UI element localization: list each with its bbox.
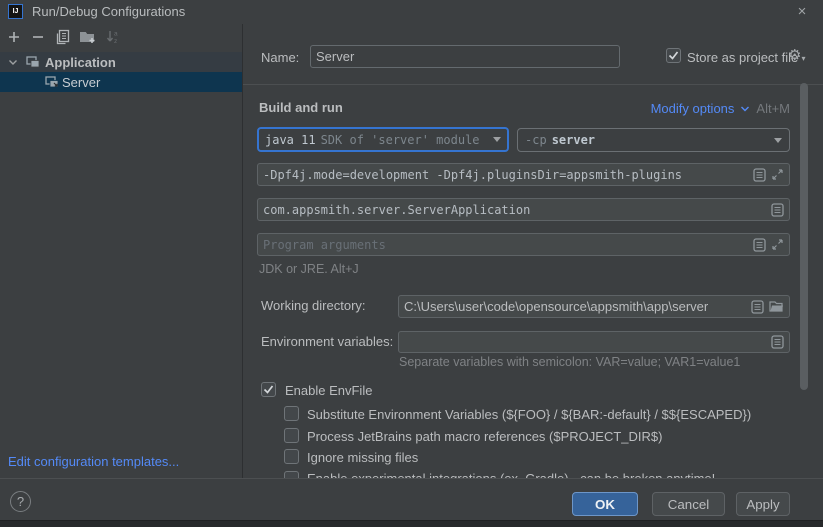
main-class-field[interactable]: [257, 198, 790, 221]
environment-variables-label: Environment variables:: [261, 334, 393, 349]
experimental-integrations-checkbox[interactable]: [284, 471, 299, 478]
vm-options-input[interactable]: [263, 168, 748, 182]
chevron-down-icon[interactable]: [7, 56, 19, 68]
expand-field-icon[interactable]: [771, 168, 784, 181]
chevron-down-icon: [493, 137, 501, 142]
application-type-icon: [25, 54, 41, 70]
window-title: Run/Debug Configurations: [32, 0, 185, 24]
program-arguments-input[interactable]: [263, 238, 748, 252]
svg-text:z: z: [114, 38, 117, 45]
help-button[interactable]: ?: [10, 491, 31, 512]
vertical-scrollbar[interactable]: [800, 83, 808, 390]
name-field[interactable]: [310, 45, 620, 68]
apply-button[interactable]: Apply: [736, 492, 790, 516]
program-arguments-field[interactable]: [257, 233, 790, 256]
name-input[interactable]: [316, 49, 614, 64]
working-directory-field[interactable]: [398, 295, 790, 318]
environment-variables-field[interactable]: [398, 331, 790, 353]
process-path-macros-checkbox[interactable]: [284, 428, 299, 443]
modify-options-shortcut: Alt+M: [756, 101, 790, 116]
classpath-combo-value: server: [552, 133, 595, 147]
modify-options-link[interactable]: Modify options: [651, 101, 735, 116]
intellij-logo-icon: IJ: [8, 4, 23, 19]
checkmark-icon: [263, 384, 274, 395]
new-folder-button[interactable]: [79, 29, 95, 45]
macros-list-icon[interactable]: [753, 238, 766, 252]
macros-list-icon[interactable]: [771, 203, 784, 217]
run-debug-configurations-dialog: IJ Run/Debug Configurations × a z: [0, 0, 823, 527]
chevron-down-icon: [774, 138, 782, 143]
remove-configuration-button[interactable]: [30, 29, 46, 45]
vm-options-field[interactable]: [257, 163, 790, 186]
working-directory-input[interactable]: [404, 299, 746, 314]
macros-list-icon[interactable]: [751, 300, 764, 314]
enable-envfile-checkbox[interactable]: [261, 382, 276, 397]
macros-list-icon[interactable]: [753, 168, 766, 182]
run-configuration-icon: [44, 74, 60, 90]
edit-configuration-templates-link[interactable]: Edit configuration templates...: [8, 454, 179, 469]
macros-list-icon[interactable]: [771, 335, 784, 349]
name-label: Name:: [261, 50, 299, 65]
store-as-project-file-label[interactable]: Store as project file: [687, 50, 798, 65]
environment-variables-input[interactable]: [404, 335, 766, 350]
expand-field-icon[interactable]: [771, 238, 784, 251]
substitute-env-vars-label[interactable]: Substitute Environment Variables (${FOO}…: [307, 407, 751, 422]
working-directory-label: Working directory:: [261, 298, 366, 313]
sort-configurations-icon: a z: [105, 29, 121, 45]
enable-envfile-label[interactable]: Enable EnvFile: [285, 383, 372, 398]
tree-item-server[interactable]: Server: [0, 72, 242, 92]
build-and-run-title: Build and run: [259, 100, 343, 115]
main-class-input[interactable]: [263, 203, 766, 217]
section-separator: [243, 84, 823, 85]
copy-configuration-button[interactable]: [55, 29, 71, 45]
process-path-macros-label[interactable]: Process JetBrains path macro references …: [307, 429, 662, 444]
jdk-hint: JDK or JRE. Alt+J: [259, 262, 359, 276]
checkmark-icon: [668, 50, 679, 61]
screen-edge-strip: [0, 520, 823, 527]
chevron-down-icon[interactable]: [740, 104, 750, 114]
environment-variables-hint: Separate variables with semicolon: VAR=v…: [399, 355, 740, 369]
tree-group-application[interactable]: Application: [0, 52, 242, 72]
classpath-combo[interactable]: -cp server: [517, 128, 790, 152]
title-bar: IJ Run/Debug Configurations ×: [0, 0, 823, 24]
ignore-missing-files-checkbox[interactable]: [284, 449, 299, 464]
jdk-combo-suffix: SDK of 'server' module: [321, 133, 480, 147]
jdk-combo-value: java 11: [265, 133, 316, 147]
footer-separator: [0, 478, 823, 479]
svg-text:a: a: [114, 31, 118, 38]
experimental-integrations-label[interactable]: Enable experimental integrations (ex. Gr…: [307, 471, 715, 478]
tree-item-label: Server: [62, 75, 100, 90]
panel-divider: [242, 24, 243, 478]
settings-gear-icon[interactable]: ⚙▾: [788, 48, 805, 63]
cancel-button[interactable]: Cancel: [652, 492, 725, 516]
classpath-combo-prefix: -cp: [525, 133, 547, 147]
ok-button[interactable]: OK: [572, 492, 638, 516]
add-configuration-button[interactable]: [6, 29, 22, 45]
experimental-integrations-row[interactable]: Enable experimental integrations (ex. Gr…: [284, 471, 790, 478]
jdk-combo[interactable]: java 11 SDK of 'server' module: [257, 127, 509, 152]
store-as-project-file-checkbox[interactable]: [666, 48, 681, 63]
substitute-env-vars-checkbox[interactable]: [284, 406, 299, 421]
tree-group-label: Application: [45, 55, 116, 70]
browse-folder-icon[interactable]: [769, 300, 784, 313]
close-icon[interactable]: ×: [790, 0, 814, 24]
ignore-missing-files-label[interactable]: Ignore missing files: [307, 450, 418, 465]
